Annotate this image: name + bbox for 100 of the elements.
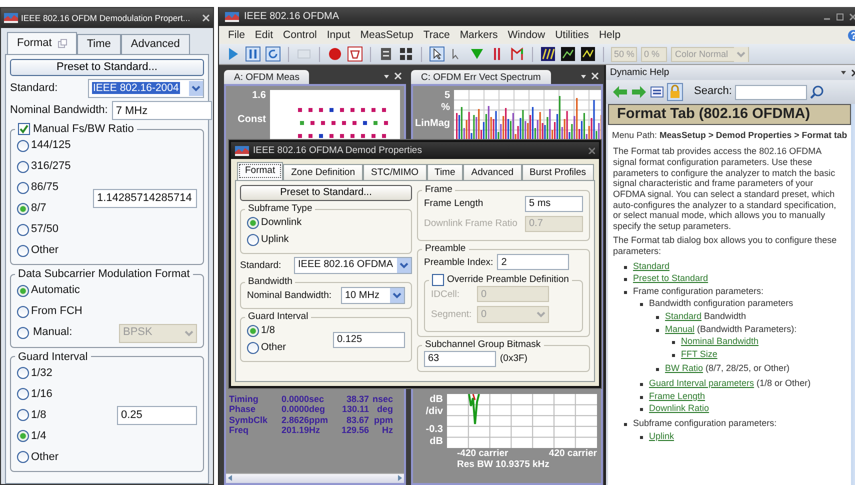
radio-button[interactable] [17, 367, 29, 380]
help-link[interactable]: Frame Length [649, 390, 706, 402]
menu-item[interactable]: Utilities [550, 28, 594, 42]
dropdown[interactable]: IEEE 802.16-2004 [88, 79, 204, 98]
menu-item[interactable]: MeasSetup [355, 28, 418, 42]
pointer-icon[interactable] [429, 46, 445, 62]
input-field[interactable]: 0.125 [333, 332, 405, 348]
radio-button[interactable] [17, 244, 29, 257]
search-icon[interactable] [810, 85, 824, 99]
restart-icon[interactable] [265, 46, 281, 62]
field-label: Standard: [10, 82, 58, 96]
tab[interactable]: Advanced [463, 164, 522, 180]
pin-icon[interactable] [840, 69, 848, 76]
close-icon[interactable] [849, 12, 855, 20]
radio-button[interactable] [17, 140, 29, 152]
help-link[interactable]: Guard Interval parameters [649, 378, 754, 388]
tab[interactable]: Advanced [120, 34, 190, 54]
input-field[interactable]: 2 [497, 254, 570, 270]
metric-text: 83.67 [345, 414, 369, 426]
scale-label: -0.3 [426, 424, 443, 436]
bullet-icon [672, 354, 675, 357]
pin-icon[interactable] [580, 72, 587, 80]
sync-icon[interactable] [650, 85, 664, 99]
input-field[interactable]: 7 MHz [112, 101, 212, 120]
tab[interactable]: STC/MIMO [363, 164, 426, 180]
tab[interactable]: Zone Definition [283, 164, 363, 180]
radio-button[interactable] [17, 285, 29, 298]
menu-item[interactable]: Control [278, 28, 322, 42]
radio-button[interactable] [17, 451, 29, 464]
radio-button[interactable] [247, 325, 259, 338]
metric-text: deg [376, 404, 393, 415]
input-field[interactable]: 63 [424, 350, 496, 367]
preset-button[interactable]: Preset to Standard... [240, 185, 412, 202]
scale-unit: dB [430, 436, 443, 448]
help-link[interactable]: Nominal Bandwidth [681, 336, 759, 347]
dropdown[interactable]: IEEE 802.16 OFDMA [294, 256, 412, 274]
axis-label: 420 carrier [548, 448, 597, 460]
help-link[interactable]: Uplink [649, 430, 674, 442]
radio-button[interactable] [17, 388, 29, 400]
layout-icon[interactable] [398, 46, 414, 62]
color-scheme-icon[interactable] [580, 46, 596, 62]
radio-button[interactable] [17, 430, 29, 442]
scroll-right-icon[interactable] [396, 474, 404, 482]
menu-item[interactable]: File [223, 28, 250, 42]
input-field[interactable]: 1.14285714285714 [93, 188, 197, 208]
tab[interactable]: Format [7, 32, 77, 54]
panel-icon[interactable] [378, 46, 394, 62]
checkbox[interactable] [432, 274, 444, 286]
radio-button[interactable] [17, 306, 29, 318]
radio-button[interactable] [17, 327, 29, 340]
help-heading: Format Tab (802.16 OFDMA) [608, 104, 852, 126]
flag-icon[interactable] [509, 46, 525, 62]
radio-button[interactable] [247, 342, 259, 354]
record-icon[interactable] [327, 46, 343, 62]
field-label: Standard: [240, 260, 282, 272]
maximize-icon[interactable] [836, 12, 844, 20]
group-label: Preamble [425, 244, 466, 254]
color-scheme-icon[interactable] [560, 46, 576, 62]
trigger-icon[interactable] [347, 46, 363, 62]
radio-button[interactable] [17, 409, 29, 422]
menu-item[interactable]: Help [594, 28, 626, 42]
pane-tab[interactable]: A: OFDM Meas [224, 70, 310, 84]
radio-button[interactable] [17, 224, 29, 236]
menu-item[interactable]: Input [322, 28, 356, 42]
preset-button[interactable]: Preset to Standard... [10, 59, 204, 76]
field-label: Nominal Bandwidth: [10, 104, 108, 118]
tab[interactable]: Time [76, 34, 121, 54]
input-field[interactable]: 5 ms [525, 196, 583, 212]
bullet-icon [624, 278, 627, 282]
help-link[interactable]: Standard [633, 260, 670, 272]
radio-button[interactable] [17, 202, 29, 215]
dropdown[interactable]: 10 MHz [341, 287, 405, 304]
color-scheme-icon[interactable] [540, 46, 556, 62]
menu-item[interactable]: Edit [250, 28, 278, 42]
menu-item[interactable]: Trace [418, 28, 455, 42]
help-link[interactable]: Downlink Ratio [649, 403, 710, 414]
caret-icon [397, 258, 411, 273]
scroll-left-icon[interactable] [226, 474, 234, 482]
radio-button[interactable] [17, 182, 29, 194]
pause-icon[interactable] [245, 46, 261, 62]
metric-text: 38.37 [345, 394, 369, 404]
input-field[interactable]: 0.25 [117, 406, 197, 425]
radio-button[interactable] [17, 160, 29, 173]
radio-button[interactable] [247, 234, 259, 246]
tab[interactable]: Burst Profiles [522, 164, 594, 180]
help-link[interactable]: Preset to Standard [633, 273, 708, 284]
help-link[interactable]: FFT Size [681, 348, 718, 360]
checkbox[interactable] [18, 123, 30, 136]
pane-tab[interactable]: C: OFDM Err Vect Spectrum [411, 70, 551, 84]
input-field[interactable] [734, 84, 807, 100]
bullet-icon [624, 422, 627, 426]
tab[interactable]: Time [426, 164, 464, 180]
tab[interactable]: Format [237, 162, 284, 180]
help-link[interactable]: Standard [665, 311, 702, 322]
pin-icon[interactable] [383, 72, 390, 80]
menu-item[interactable]: Markers [454, 28, 503, 42]
help-link[interactable]: Manual [665, 324, 695, 334]
help-link[interactable]: BW Ratio [665, 363, 704, 374]
menu-item[interactable]: Window [502, 28, 550, 42]
radio-button[interactable] [247, 217, 259, 230]
